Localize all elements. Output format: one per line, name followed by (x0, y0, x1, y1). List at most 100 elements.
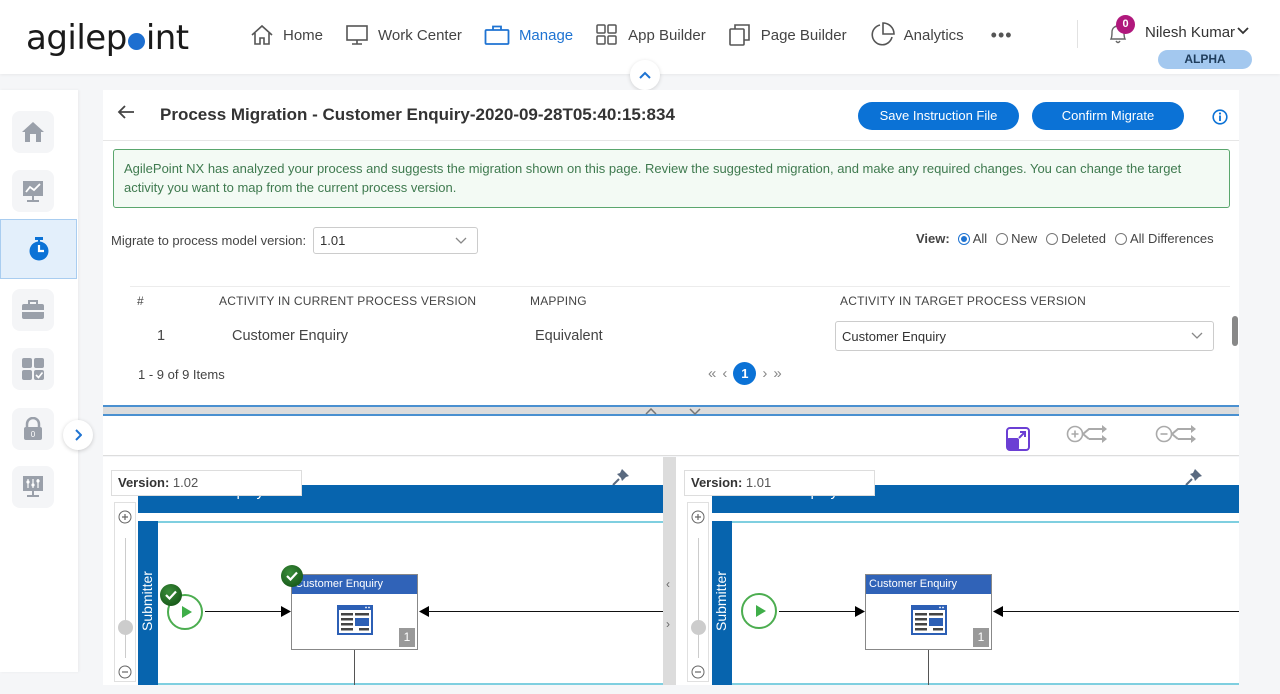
nav-divider (1077, 20, 1078, 48)
sidebar-item-home[interactable] (12, 111, 54, 153)
nav-home[interactable]: Home (250, 24, 323, 46)
sequence-flow (928, 650, 929, 685)
target-activity-select[interactable]: Customer Enquiry (835, 321, 1214, 351)
current-version-diagram: Version: 1.02 Customer Enquiry Submitter… (103, 457, 663, 685)
target-activity-value: Customer Enquiry (842, 328, 947, 344)
table-scrollbar[interactable] (1232, 316, 1238, 346)
chevron-down-icon (455, 237, 467, 244)
column-header-target-activity: ACTIVITY IN TARGET PROCESS VERSION (840, 294, 1086, 308)
view-label: View: (916, 231, 950, 246)
zoom-out-flow-icon[interactable] (1155, 424, 1197, 444)
migrate-version-value: 1.01 (320, 233, 346, 248)
chevron-right-icon (75, 429, 82, 441)
sidebar-item-dashboard[interactable] (12, 170, 54, 212)
zoom-in-icon[interactable] (691, 510, 705, 524)
toolbox-icon (22, 300, 44, 319)
nav-manage-label: Manage (518, 26, 574, 44)
zoom-slider-handle[interactable] (118, 620, 133, 635)
arrow-head-icon (855, 606, 865, 617)
sliders-monitor-icon (23, 476, 43, 497)
sidebar-item-timer[interactable] (0, 219, 77, 279)
nav-analytics[interactable]: Analytics (869, 22, 964, 48)
back-arrow-icon[interactable] (117, 104, 135, 120)
view-option-deleted[interactable]: Deleted (1046, 231, 1106, 246)
swimlane-label: Submitter (713, 571, 729, 631)
activity-number: 1 (973, 628, 989, 647)
view-option-label: New (1011, 231, 1038, 246)
next-page-button[interactable]: › (762, 365, 767, 382)
first-page-button[interactable]: « (708, 365, 716, 382)
migrate-version-label: Migrate to process model version: (111, 233, 307, 248)
radio-unchecked (1115, 232, 1127, 245)
agilepoint-logo[interactable]: agilep int (26, 18, 189, 58)
lane-border (712, 683, 1239, 685)
chevron-right-icon[interactable]: › (666, 617, 670, 631)
swimlane: Submitter (712, 521, 732, 685)
zoom-in-icon[interactable] (118, 510, 132, 524)
chevron-left-icon[interactable]: ‹ (666, 577, 670, 591)
chevron-up-icon[interactable] (645, 408, 657, 415)
expand-icon[interactable] (1006, 427, 1030, 451)
collapse-header-button[interactable] (630, 60, 660, 90)
info-icon[interactable] (1212, 109, 1228, 125)
prev-page-button[interactable]: ‹ (722, 365, 727, 382)
completed-check-icon (281, 565, 303, 587)
nav-manage[interactable]: Manage (484, 24, 573, 46)
zoom-slider-handle[interactable] (691, 620, 706, 635)
nav-page-builder[interactable]: Page Builder (728, 23, 847, 47)
logo-text-start: agilep (26, 18, 127, 58)
pie-chart-icon (871, 22, 895, 46)
form-icon (911, 605, 947, 635)
view-option-new[interactable]: New (996, 231, 1037, 246)
activity-customer-enquiry[interactable]: Customer Enquiry 1 (291, 574, 418, 650)
pages-icon (728, 24, 750, 46)
save-instruction-file-button[interactable]: Save Instruction File (858, 102, 1019, 130)
chevron-down-icon[interactable] (1237, 26, 1249, 36)
logo-text-end: int (145, 18, 189, 58)
chevron-down-icon[interactable] (689, 408, 701, 415)
main-nav: Home Work Center Manage App Builder Page… (250, 22, 1035, 48)
pin-icon[interactable] (1184, 467, 1204, 487)
migrate-version-select[interactable]: 1.01 (313, 227, 478, 254)
nav-work-center[interactable]: Work Center (345, 24, 462, 46)
sidebar-item-apps[interactable] (12, 348, 54, 390)
items-count: 1 - 9 of 9 Items (138, 367, 225, 382)
confirm-migrate-button[interactable]: Confirm Migrate (1032, 102, 1184, 130)
completed-check-icon (160, 584, 182, 606)
diagram-splitter[interactable]: ‹ › (663, 457, 676, 685)
view-option-label: Deleted (1061, 231, 1106, 246)
stopwatch-icon (29, 237, 48, 261)
sequence-flow (779, 611, 859, 612)
nav-app-builder[interactable]: App Builder (595, 24, 706, 46)
lock-icon: 0 (24, 417, 42, 440)
table-divider (130, 286, 1230, 287)
pin-icon[interactable] (611, 467, 631, 487)
view-option-all-differences[interactable]: All Differences (1115, 231, 1214, 246)
zoom-in-flow-icon[interactable] (1066, 424, 1108, 444)
diagram-toolbar (103, 416, 1239, 456)
panel-splitter[interactable] (103, 405, 1239, 416)
sidebar-item-security[interactable]: 0 (12, 408, 54, 450)
user-menu[interactable]: Nilesh Kumar (1145, 24, 1235, 41)
nav-more-button[interactable]: ••• (991, 25, 1013, 46)
zoom-out-icon[interactable] (691, 665, 705, 679)
nav-analytics-label: Analytics (903, 26, 964, 44)
radio-unchecked (996, 232, 1009, 245)
view-option-all[interactable]: All (957, 231, 987, 246)
sidebar-expand-button[interactable] (63, 420, 93, 450)
last-page-button[interactable]: » (773, 365, 781, 382)
svg-text:0: 0 (31, 430, 36, 439)
lane-border (712, 521, 1239, 523)
current-page[interactable]: 1 (733, 362, 757, 385)
arrow-head-icon (281, 606, 291, 617)
zoom-out-icon[interactable] (118, 665, 132, 679)
activity-customer-enquiry[interactable]: Customer Enquiry 1 (865, 574, 992, 650)
environment-badge: ALPHA (1158, 50, 1252, 69)
row-mapping: Equivalent (535, 328, 603, 344)
start-event[interactable] (741, 593, 777, 629)
notification-badge: 0 (1116, 15, 1135, 34)
nav-app-builder-label: App Builder (628, 26, 706, 44)
column-header-number: # (137, 294, 144, 308)
sidebar-item-settings[interactable] (12, 466, 54, 508)
sidebar-item-tools[interactable] (12, 289, 54, 331)
